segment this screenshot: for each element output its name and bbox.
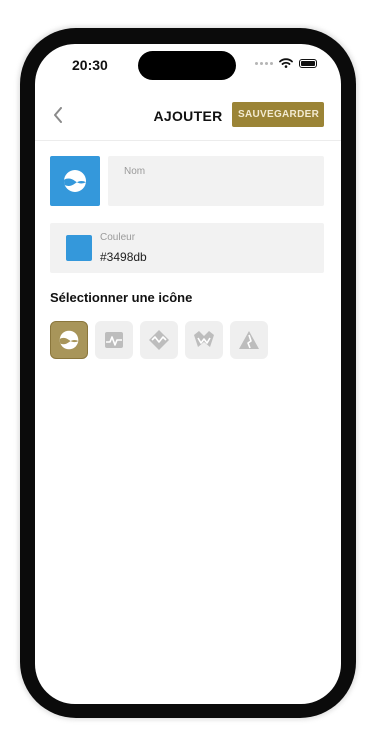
status-icons <box>255 58 317 68</box>
color-label: Couleur <box>100 232 136 243</box>
dynamic-island <box>138 51 236 80</box>
diamond-wave-icon <box>149 330 169 350</box>
battery-icon <box>299 58 317 68</box>
name-field[interactable]: Nom <box>108 156 324 206</box>
name-label: Nom <box>124 166 146 177</box>
wifi-icon <box>279 58 293 68</box>
icon-option-double-peak[interactable] <box>185 321 223 359</box>
pulse-square-icon <box>105 332 123 348</box>
icon-grid <box>50 321 268 359</box>
wave-circle-icon <box>64 170 86 192</box>
icon-option-wave[interactable] <box>50 321 88 359</box>
wave-circle-icon <box>59 330 79 350</box>
app-screen: 20:30 AJOUTER SAUVEGARDER Nom Couleur #3… <box>35 44 341 704</box>
color-value: #3498db <box>100 250 147 264</box>
header: AJOUTER SAUVEGARDER <box>35 96 341 140</box>
icon-option-mountain[interactable] <box>230 321 268 359</box>
icon-option-diamond[interactable] <box>140 321 178 359</box>
status-time: 20:30 <box>72 57 108 73</box>
mountain-icon <box>239 331 259 349</box>
icon-preview[interactable] <box>50 156 100 206</box>
save-button[interactable]: SAUVEGARDER <box>232 102 324 127</box>
color-swatch[interactable] <box>66 235 92 261</box>
double-peak-icon <box>194 331 214 347</box>
icon-section-title: Sélectionner une icône <box>50 290 193 305</box>
color-field[interactable]: Couleur #3498db <box>50 223 324 273</box>
signal-icon <box>255 61 273 65</box>
icon-option-pulse[interactable] <box>95 321 133 359</box>
header-divider <box>35 140 341 141</box>
